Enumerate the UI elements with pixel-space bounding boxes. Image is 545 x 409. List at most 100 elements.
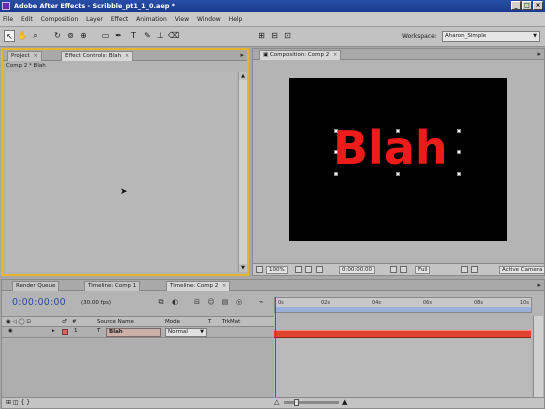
pen-tool-icon[interactable]: ✒ [113, 30, 124, 42]
show-snapshot-icon[interactable] [390, 266, 397, 273]
maximize-button[interactable]: □ [522, 1, 532, 10]
bounding-box-handle[interactable] [396, 172, 400, 176]
safe-zones-icon[interactable] [295, 266, 302, 273]
frame-blending-icon[interactable]: ▤ [220, 297, 230, 307]
brush-tool-icon[interactable]: ✎ [142, 30, 153, 42]
canvas-text-layer[interactable]: Blah [333, 121, 448, 175]
snapshot-icon[interactable] [316, 266, 323, 273]
tab-project-label: Project [11, 53, 30, 59]
tab-timeline-comp2[interactable]: Timeline: Comp 2 × [166, 281, 231, 291]
tab-project[interactable]: Project × [7, 51, 42, 61]
draft-3d-icon[interactable]: ⊟ [192, 297, 202, 307]
selection-tool-icon[interactable]: ↖ [4, 30, 15, 42]
always-preview-icon[interactable] [256, 266, 263, 273]
tab-render-queue[interactable]: Render Queue [12, 281, 60, 291]
workspace-dropdown[interactable]: Aharon_Simple ▼ [442, 31, 540, 42]
lock-icon[interactable]: ▣ [263, 52, 268, 58]
panel-menu-icon[interactable]: ▸ [240, 51, 244, 59]
close-icon[interactable]: × [333, 52, 337, 58]
panel-menu-icon[interactable]: ▸ [537, 50, 541, 58]
view-axis-icon[interactable]: ⊡ [282, 30, 293, 42]
menu-file[interactable]: File [3, 16, 13, 23]
mode-column-header[interactable]: Mode [165, 319, 180, 325]
blend-mode-dropdown[interactable]: Normal ▼ [165, 328, 207, 337]
close-icon[interactable]: × [34, 53, 38, 59]
ruler-tick: 02s [321, 300, 330, 306]
t-column-header[interactable]: T [208, 319, 211, 325]
region-of-interest-icon[interactable] [461, 266, 468, 273]
show-channel-icon[interactable] [400, 266, 407, 273]
hand-tool-icon[interactable]: ✋ [17, 30, 28, 42]
eraser-tool-icon[interactable]: ⌫ [168, 30, 179, 42]
label-color-swatch[interactable] [62, 329, 68, 335]
tab-effect-controls[interactable]: Effect Controls: Blah × [61, 51, 134, 61]
shy-layers-icon[interactable]: ☺ [206, 297, 216, 307]
source-name-column-header[interactable]: Source Name [97, 319, 134, 325]
zoom-out-icon[interactable]: △ [274, 398, 279, 406]
transparency-grid-icon[interactable] [471, 266, 478, 273]
menu-animation[interactable]: Animation [136, 16, 167, 23]
current-time-display[interactable]: 0:00:00:00 [12, 297, 66, 308]
clone-stamp-icon[interactable]: ⊥ [155, 30, 166, 42]
vertical-scrollbar[interactable]: ▲ ▼ [238, 72, 247, 272]
close-button[interactable]: × [533, 1, 543, 10]
menu-effect[interactable]: Effect [111, 16, 128, 23]
bounding-box-handle[interactable] [396, 129, 400, 133]
menu-help[interactable]: Help [229, 16, 243, 23]
zoom-in-icon[interactable]: ▲ [342, 398, 347, 406]
magnification-dropdown[interactable]: 100% [266, 266, 288, 274]
layer-columns-header: ◉ ◁ ◯ ⊡ ♂ # Source Name Mode T TrkMat [2, 316, 274, 327]
number-column-header[interactable]: # [72, 319, 77, 325]
mask-tool-icon[interactable]: ▭ [100, 30, 111, 42]
layer-row[interactable]: ◉ ▸ 1 T Blah Normal ▼ [2, 327, 274, 338]
visibility-eye-icon[interactable]: ◉ [8, 328, 13, 334]
scroll-up-icon[interactable]: ▲ [239, 72, 247, 80]
trkmat-column-header[interactable]: TrkMat [222, 319, 240, 325]
orbit-camera-icon[interactable]: ⊚ [65, 30, 76, 42]
tab-composition[interactable]: ▣ Composition: Comp 2 × [259, 50, 342, 60]
bounding-box-handle[interactable] [334, 150, 338, 154]
bounding-box-handle[interactable] [334, 172, 338, 176]
camera-view-dropdown[interactable]: Active Camera [499, 266, 545, 274]
local-axis-icon[interactable]: ⊞ [256, 30, 267, 42]
bounding-box-handle[interactable] [457, 129, 461, 133]
layer-duration-bar[interactable] [274, 330, 531, 338]
work-area-bar[interactable] [275, 307, 531, 312]
close-icon[interactable]: × [222, 283, 226, 289]
zoom-tool-icon[interactable]: ⌕ [30, 30, 41, 42]
zoom-slider-knob[interactable] [294, 399, 299, 406]
composition-canvas[interactable]: Blah [289, 78, 507, 241]
menu-composition[interactable]: Composition [41, 16, 78, 23]
grid-icon[interactable] [305, 266, 312, 273]
pan-behind-icon[interactable]: ⊕ [78, 30, 89, 42]
ruler-tick: 10s [520, 300, 529, 306]
bounding-box-handle[interactable] [334, 129, 338, 133]
resolution-dropdown[interactable]: Full [415, 266, 431, 274]
text-tool-icon[interactable]: T [128, 30, 139, 42]
menu-window[interactable]: Window [197, 16, 221, 23]
comp-mini-flowchart-icon[interactable]: ⧉ [156, 297, 166, 307]
timeline-vertical-scrollbar[interactable] [533, 316, 543, 397]
close-icon[interactable]: × [125, 53, 129, 59]
graph-editor-icon[interactable]: ⌁ [256, 297, 266, 307]
current-time-field[interactable]: 0:00:00:00 [339, 266, 376, 274]
world-axis-icon[interactable]: ⊟ [269, 30, 280, 42]
scroll-down-icon[interactable]: ▼ [239, 264, 247, 272]
tab-timeline-comp1[interactable]: Timeline: Comp 1 [84, 281, 141, 291]
time-ruler[interactable]: 0s 02s 04s 06s 08s 10s [274, 297, 532, 313]
bounding-box-handle[interactable] [457, 172, 461, 176]
rotation-tool-icon[interactable]: ↻ [52, 30, 63, 42]
current-time-indicator[interactable] [275, 297, 276, 397]
live-update-icon[interactable]: ◐ [170, 297, 180, 307]
layer-name[interactable]: Blah [106, 328, 161, 337]
menu-layer[interactable]: Layer [86, 16, 103, 23]
motion-blur-icon[interactable]: ◎ [234, 297, 244, 307]
menu-edit[interactable]: Edit [21, 16, 33, 23]
bounding-box-handle[interactable] [457, 150, 461, 154]
minimize-button[interactable]: _ [511, 1, 521, 10]
menu-view[interactable]: View [175, 16, 189, 23]
switches-toggle-icon[interactable]: ⊞ ◫ { } [6, 399, 30, 406]
expand-triangle-icon[interactable]: ▸ [52, 328, 55, 334]
timeline-zoom-slider[interactable] [284, 401, 339, 404]
panel-menu-icon[interactable]: ▸ [537, 281, 541, 289]
